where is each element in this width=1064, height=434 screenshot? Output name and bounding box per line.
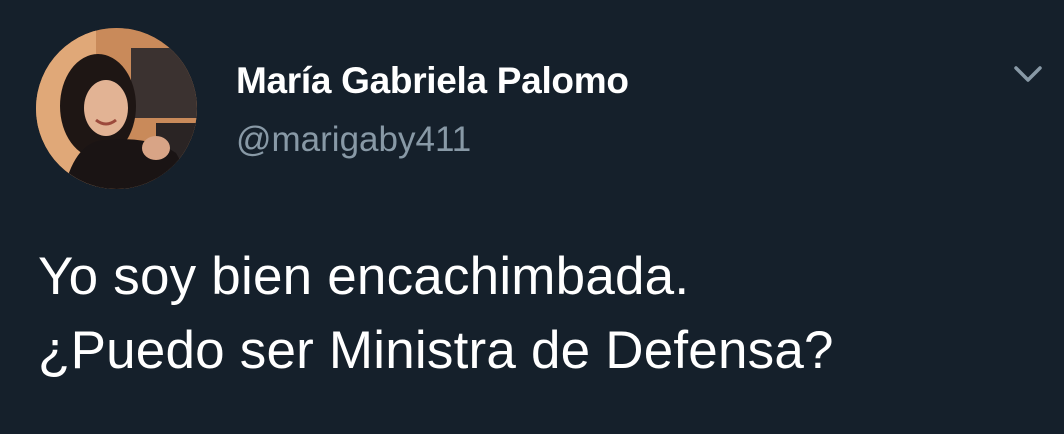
display-name[interactable]: María Gabriela Palomo	[236, 58, 629, 104]
tweet-text: Yo soy bien encachimbada. ¿Puedo ser Min…	[38, 240, 1038, 388]
tweet-card: María Gabriela Palomo @marigaby411 Yo so…	[0, 0, 1064, 434]
tweet-text-line: Yo soy bien encachimbada.	[38, 247, 690, 306]
profile-photo-icon	[36, 28, 197, 189]
user-handle[interactable]: @marigaby411	[236, 118, 471, 162]
tweet-text-line: ¿Puedo ser Ministra de Defensa?	[38, 321, 834, 380]
tweet-menu-button[interactable]	[1008, 58, 1048, 90]
avatar[interactable]	[36, 28, 197, 189]
chevron-down-icon	[1014, 66, 1042, 82]
